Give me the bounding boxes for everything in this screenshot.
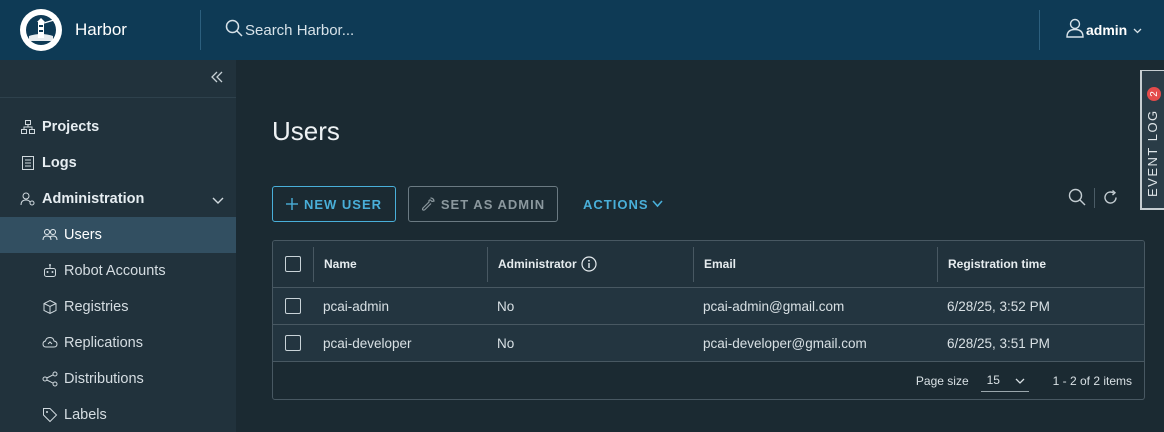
column-header-label: Name — [324, 257, 357, 271]
labels-icon — [42, 407, 58, 423]
sidebar-item-label: Registries — [64, 299, 129, 315]
chevron-down-icon — [1015, 374, 1025, 388]
global-search[interactable]: Search Harbor... — [225, 19, 1039, 42]
user-name: admin — [1086, 22, 1128, 38]
user-admin-cell: No — [497, 298, 515, 314]
page-size-value: 15 — [986, 373, 1000, 387]
users-table: Name Administrator Email Registration ti… — [272, 240, 1145, 400]
chevron-down-icon — [212, 193, 224, 209]
page-title: Users — [272, 116, 340, 146]
row-checkbox[interactable] — [285, 298, 301, 314]
column-header-administrator[interactable]: Administrator — [487, 246, 693, 282]
event-log-tab[interactable]: 2 EVENT LOG — [1140, 70, 1164, 210]
sidebar-item-label: Logs — [42, 155, 77, 171]
wrench-icon — [421, 197, 435, 211]
event-log-label: EVENT LOG — [1145, 109, 1160, 197]
sidebar-item-label: Robot Accounts — [64, 263, 166, 279]
brand-title: Harbor — [75, 20, 127, 39]
user-registration-cell: 6/28/25, 3:52 PM — [947, 298, 1050, 314]
sidebar-item-label: Distributions — [64, 371, 144, 387]
users-icon — [42, 227, 58, 243]
top-header: Harbor Search Harbor... admin — [0, 0, 1164, 60]
user-menu[interactable]: admin — [1040, 0, 1164, 60]
info-icon[interactable] — [581, 256, 597, 272]
user-registration-cell: 6/28/25, 3:51 PM — [947, 335, 1050, 351]
select-all-checkbox[interactable] — [285, 256, 301, 272]
harbor-logo-icon — [20, 9, 62, 51]
new-user-label: NEW USER — [303, 196, 383, 212]
sidebar-item-users[interactable]: Users — [0, 217, 236, 253]
sidebar: Projects Logs Administration Users Robot… — [0, 60, 236, 432]
column-header-email[interactable]: Email — [693, 246, 937, 282]
sidebar-item-labels[interactable]: Labels — [0, 397, 236, 432]
collapse-sidebar-icon[interactable] — [210, 70, 224, 89]
set-as-admin-label: SET AS ADMIN — [440, 196, 546, 212]
page-size-select[interactable]: 15 — [980, 370, 1029, 392]
chevron-down-icon — [651, 200, 663, 208]
table-header-row: Name Administrator Email Registration ti… — [273, 241, 1144, 288]
table-row[interactable]: pcai-admin No pcai-admin@gmail.com 6/28/… — [273, 288, 1144, 325]
search-input[interactable]: Search Harbor... — [245, 22, 354, 39]
table-row[interactable]: pcai-developer No pcai-developer@gmail.c… — [273, 325, 1144, 362]
column-header-registration-time[interactable]: Registration time — [937, 246, 1144, 282]
pagination-summary: 1 - 2 of 2 items — [1052, 373, 1132, 388]
select-all-cell — [273, 256, 313, 272]
user-admin-cell: No — [497, 335, 515, 351]
sidebar-item-projects[interactable]: Projects — [0, 109, 236, 145]
event-count-badge: 2 — [1147, 87, 1161, 101]
column-header-label: Registration time — [948, 257, 1047, 271]
set-as-admin-button[interactable]: SET AS ADMIN — [408, 186, 558, 222]
column-header-label: Administrator — [498, 257, 577, 271]
actions-label: ACTIONS — [583, 196, 649, 212]
sidebar-nav: Projects Logs Administration Users Robot… — [0, 109, 236, 432]
row-select-cell — [273, 335, 313, 351]
plus-icon — [285, 198, 298, 210]
column-header-name[interactable]: Name — [313, 246, 487, 282]
sidebar-item-replications[interactable]: Replications — [0, 325, 236, 361]
sidebar-item-label: Labels — [64, 407, 107, 423]
table-footer: Page size 15 1 - 2 of 2 items — [273, 362, 1144, 399]
row-checkbox[interactable] — [285, 335, 301, 351]
registries-icon — [42, 299, 58, 315]
sidebar-item-label: Administration — [42, 191, 145, 207]
robot-icon — [42, 263, 58, 279]
actions-dropdown[interactable]: ACTIONS — [583, 186, 663, 222]
distributions-icon — [42, 371, 58, 387]
toolbar-divider — [1094, 188, 1095, 208]
user-email-cell: pcai-admin@gmail.com — [703, 298, 845, 314]
sidebar-item-administration[interactable]: Administration — [0, 181, 236, 217]
table-search-icon[interactable] — [1068, 188, 1086, 211]
user-name-cell: pcai-admin — [323, 298, 390, 314]
header-divider — [200, 10, 201, 50]
page-size-label: Page size — [915, 373, 969, 388]
brand[interactable]: Harbor — [0, 0, 200, 60]
administration-icon — [20, 191, 36, 207]
logs-icon — [20, 155, 36, 171]
user-email-cell: pcai-developer@gmail.com — [703, 335, 867, 351]
refresh-icon[interactable] — [1102, 189, 1119, 211]
user-icon — [1066, 18, 1084, 43]
replications-icon — [42, 335, 58, 351]
row-select-cell — [273, 298, 313, 314]
sidebar-item-logs[interactable]: Logs — [0, 145, 236, 181]
sidebar-item-distributions[interactable]: Distributions — [0, 361, 236, 397]
sidebar-item-label: Replications — [64, 335, 143, 351]
sidebar-item-label: Users — [64, 227, 102, 243]
projects-icon — [20, 119, 36, 135]
new-user-button[interactable]: NEW USER — [272, 186, 396, 222]
sidebar-divider — [0, 97, 236, 98]
sidebar-item-registries[interactable]: Registries — [0, 289, 236, 325]
sidebar-item-label: Projects — [42, 119, 100, 135]
search-icon — [225, 19, 243, 42]
main-content: Users NEW USER SET AS ADMIN ACTIONS Name — [236, 60, 1164, 432]
chevron-down-icon — [1133, 21, 1142, 39]
sidebar-item-robot-accounts[interactable]: Robot Accounts — [0, 253, 236, 289]
user-name-cell: pcai-developer — [323, 335, 412, 351]
column-header-label: Email — [704, 257, 737, 271]
